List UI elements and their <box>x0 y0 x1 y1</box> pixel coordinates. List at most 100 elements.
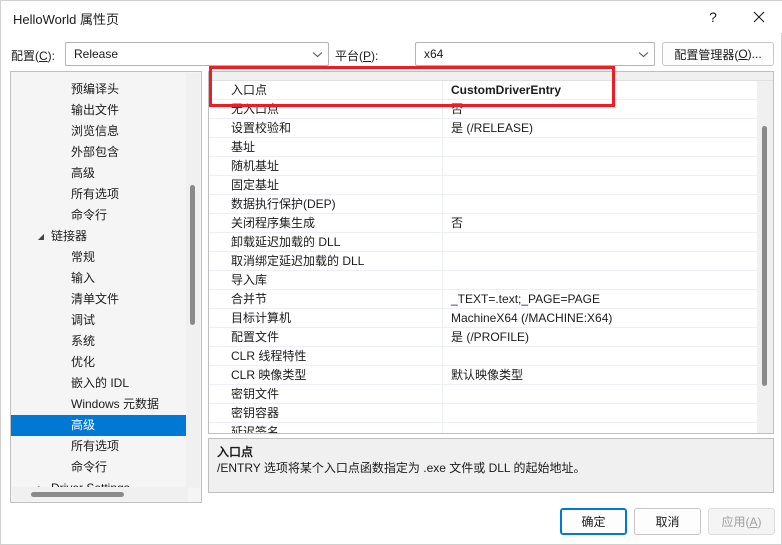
property-name: CLR 映像类型 <box>209 366 443 385</box>
property-name: 数据执行保护(DEP) <box>209 195 443 214</box>
tree-item-label: 所有选项 <box>71 439 120 453</box>
property-value[interactable]: CustomDriverEntry <box>443 81 759 100</box>
tree-item[interactable]: 调试 <box>11 310 187 331</box>
grid-vertical-scroll-thumb[interactable] <box>762 126 767 386</box>
tree-horizontal-scrollbar[interactable] <box>12 487 188 501</box>
property-value[interactable] <box>443 157 759 176</box>
property-name: 卸载延迟加载的 DLL <box>209 233 443 252</box>
property-value[interactable] <box>443 252 759 271</box>
tree-item[interactable]: 系统 <box>11 331 187 352</box>
property-value[interactable] <box>443 271 759 290</box>
property-row[interactable]: 取消绑定延迟加载的 DLL <box>209 252 759 271</box>
tree-item[interactable]: 浏览信息 <box>11 121 187 142</box>
property-row[interactable]: 无入口点否 <box>209 100 759 119</box>
tree-item-label: 输出文件 <box>71 103 120 117</box>
help-button[interactable]: ? <box>691 1 735 32</box>
tree-vertical-scrollbar[interactable] <box>186 73 200 488</box>
property-value[interactable]: 否 <box>443 100 759 119</box>
property-value[interactable] <box>443 404 759 423</box>
tree-item-label: 所有选项 <box>71 187 120 201</box>
tree-item[interactable]: 外部包含 <box>11 142 187 163</box>
tree-item[interactable]: 命令行 <box>11 205 187 226</box>
property-row[interactable]: 目标计算机 MachineX64 (/MACHINE:X64) <box>209 309 759 328</box>
property-row[interactable]: 关闭程序集生成否 <box>209 214 759 233</box>
property-name: 密钥容器 <box>209 404 443 423</box>
property-value[interactable]: 默认映像类型 <box>443 366 759 385</box>
tree-horizontal-scroll-thumb[interactable] <box>31 492 124 497</box>
expanded-arrow-icon[interactable]: ◢ <box>33 226 49 247</box>
property-value[interactable]: 否 <box>443 214 759 233</box>
property-value[interactable] <box>443 195 759 214</box>
property-name: 固定基址 <box>209 176 443 195</box>
tree-item[interactable]: Windows 元数据 <box>11 394 187 415</box>
tree-item[interactable]: 优化 <box>11 352 187 373</box>
tree-item[interactable]: 嵌入的 IDL <box>11 373 187 394</box>
property-row[interactable]: 数据执行保护(DEP) <box>209 195 759 214</box>
property-value[interactable] <box>443 347 759 366</box>
tree-item-label: 优化 <box>71 355 96 369</box>
tree-vertical-scroll-thumb[interactable] <box>190 185 195 325</box>
ok-button[interactable]: 确定 <box>560 508 627 535</box>
tree-item[interactable]: 输入 <box>11 268 187 289</box>
tree-item[interactable]: ◢ 链接器 <box>11 226 187 247</box>
tree-item[interactable]: 所有选项 <box>11 436 187 457</box>
property-row[interactable]: 密钥容器 <box>209 404 759 423</box>
property-name: 延迟签名 <box>209 423 443 433</box>
grid-vertical-scrollbar[interactable] <box>757 81 773 433</box>
tree-item-label: 链接器 <box>51 229 88 243</box>
chevron-down-icon <box>632 43 654 65</box>
tree-item[interactable]: 预编译头 <box>11 79 187 100</box>
window-title: HelloWorld 属性页 <box>13 12 119 27</box>
property-grid[interactable]: 入口点 CustomDriverEntry 无入口点否设置校验和是 (/RELEAS… <box>208 71 774 434</box>
title-bar: HelloWorld 属性页 ? <box>1 1 782 33</box>
property-value[interactable]: _TEXT=.text;_PAGE=PAGE <box>443 290 759 309</box>
tree-item[interactable]: 清单文件 <box>11 289 187 310</box>
property-value[interactable] <box>443 385 759 404</box>
tree-item[interactable]: 输出文件 <box>11 100 187 121</box>
property-row[interactable]: 导入库 <box>209 271 759 290</box>
property-name: CLR 线程特性 <box>209 347 443 366</box>
tree-item-label: 高级 <box>71 418 96 432</box>
property-row[interactable]: 卸载延迟加载的 DLL <box>209 233 759 252</box>
property-row[interactable]: 随机基址 <box>209 157 759 176</box>
apply-button[interactable]: 应用(A) <box>708 508 775 535</box>
property-row[interactable]: 入口点 CustomDriverEntry <box>209 81 759 100</box>
tree-item[interactable]: 高级 <box>11 163 187 184</box>
property-row[interactable]: CLR 映像类型 默认映像类型 <box>209 366 759 385</box>
property-value[interactable]: 是 (/RELEASE) <box>443 119 759 138</box>
platform-dropdown[interactable]: x64 <box>415 42 655 66</box>
tree-item-label: 常规 <box>71 250 96 264</box>
property-row[interactable]: 基址 <box>209 138 759 157</box>
property-row[interactable]: 设置校验和是 (/RELEASE) <box>209 119 759 138</box>
settings-tree[interactable]: 预编译头 输出文件 浏览信息 外部包含 高级 所有选项 命令行 ◢ 链接器 常规 输入 清单文件 调试系… <box>10 71 202 503</box>
property-row[interactable]: 密钥文件 <box>209 385 759 404</box>
configuration-manager-button[interactable]: 配置管理器(O)... <box>662 42 774 66</box>
tree-item[interactable]: 高级 <box>11 415 187 436</box>
tree-item-label: 浏览信息 <box>71 124 120 138</box>
tree-item-label: 清单文件 <box>71 292 120 306</box>
close-button[interactable] <box>737 1 781 32</box>
property-row[interactable]: 延迟签名 <box>209 423 759 433</box>
property-row[interactable]: 固定基址 <box>209 176 759 195</box>
property-value[interactable] <box>443 233 759 252</box>
property-value[interactable] <box>443 423 759 433</box>
tree-item[interactable]: 所有选项 <box>11 184 187 205</box>
property-name: 基址 <box>209 138 443 157</box>
property-name: 目标计算机 <box>209 309 443 328</box>
property-value[interactable]: 是 (/PROFILE) <box>443 328 759 347</box>
tree-item-label: 输入 <box>71 271 96 285</box>
property-row[interactable]: CLR 线程特性 <box>209 347 759 366</box>
cancel-button[interactable]: 取消 <box>634 508 701 535</box>
tree-item-label: 调试 <box>71 313 96 327</box>
property-value[interactable] <box>443 138 759 157</box>
property-row[interactable]: 合并节 _TEXT=.text;_PAGE=PAGE <box>209 290 759 309</box>
tree-item-label: 命令行 <box>71 208 108 222</box>
tree-item[interactable]: 命令行 <box>11 457 187 478</box>
close-icon <box>753 11 765 22</box>
property-row[interactable]: 配置文件是 (/PROFILE) <box>209 328 759 347</box>
property-value[interactable] <box>443 176 759 195</box>
tree-item[interactable]: 常规 <box>11 247 187 268</box>
property-value[interactable]: MachineX64 (/MACHINE:X64) <box>443 309 759 328</box>
tree-item-label: Windows 元数据 <box>71 397 160 411</box>
configuration-dropdown[interactable]: Release <box>65 42 329 66</box>
